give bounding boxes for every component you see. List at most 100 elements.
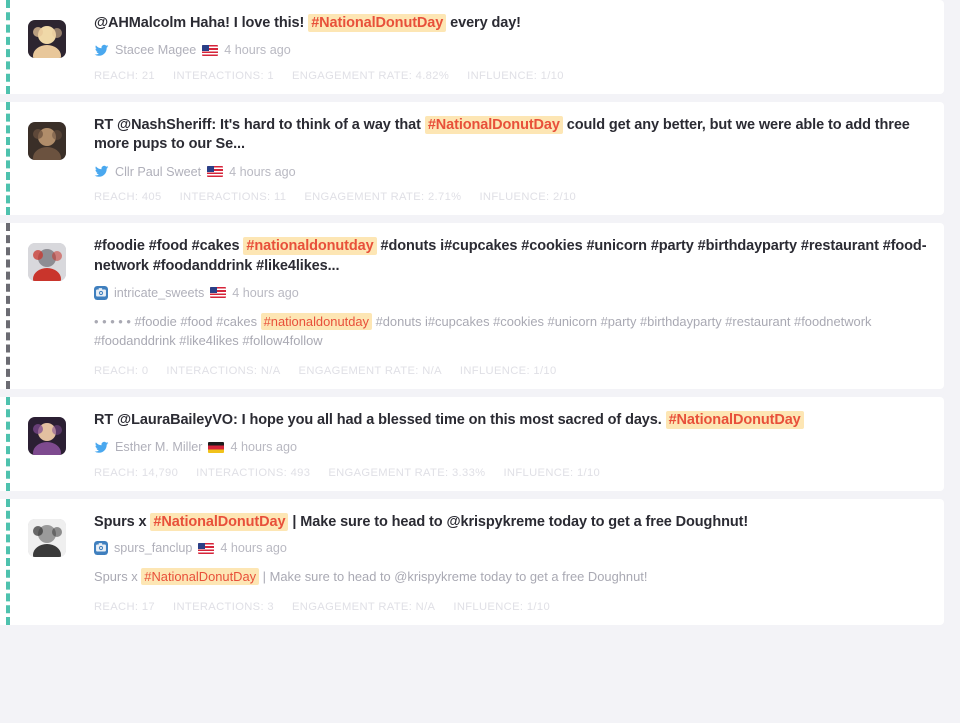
- metric-engagement-label: ENGAGEMENT RATE:: [292, 600, 413, 613]
- flag-united-states-icon: [207, 166, 224, 178]
- metric-influence-value: 1/10: [540, 69, 564, 82]
- flag-united-states-icon: [198, 542, 215, 554]
- twitter-bird-icon: [94, 440, 109, 455]
- metric-engagement-value: N/A: [415, 600, 436, 613]
- metric-influence-label: INFLUENCE:: [467, 69, 538, 82]
- post-metrics: REACH: 0 INTERACTIONS: N/A ENGAGEMENT RATE…: [94, 365, 928, 377]
- flag-germany-icon: [208, 441, 225, 453]
- metric-engagement-value: 4.82%: [415, 69, 450, 82]
- post-text: Spurs x #NationalDonutDay | Make sure to…: [94, 512, 928, 533]
- caption-segment: • • • • • #foodie #food #cakes: [94, 313, 261, 329]
- post-timestamp: 4 hours ago: [224, 43, 291, 58]
- network-stripe: [6, 223, 10, 389]
- post-hashtag[interactable]: #NationalDonutDay: [150, 512, 289, 531]
- network-stripe: [6, 0, 10, 94]
- social-mentions-feed: @AHMalcolm Haha! I love this! #NationalD…: [0, 0, 960, 625]
- post-hashtag[interactable]: #nationaldonutday: [243, 237, 377, 256]
- twitter-bird-icon: [94, 43, 109, 58]
- caption-segment: Spurs x: [94, 569, 142, 585]
- metric-interactions: INTERACTIONS: 1: [173, 70, 274, 82]
- post-text: RT @NashSheriff: It's hard to think of a…: [94, 115, 928, 155]
- metric-engagement-label: ENGAGEMENT RATE:: [292, 69, 413, 82]
- caption-hashtag[interactable]: #NationalDonutDay: [141, 568, 260, 586]
- post-metrics: REACH: 14,790 INTERACTIONS: 493 ENGAGEMENT…: [94, 467, 928, 479]
- metric-engagement-label: ENGAGEMENT RATE:: [328, 466, 449, 479]
- caption-hashtag[interactable]: #nationaldonutday: [260, 312, 372, 330]
- avatar-intricate-sweets[interactable]: [28, 243, 66, 282]
- metric-reach: REACH: 17: [94, 601, 155, 613]
- metric-engagement-value: N/A: [422, 364, 442, 377]
- caption-segment: | Make sure to head to @krispykreme toda…: [259, 569, 648, 585]
- metric-engagement: ENGAGEMENT RATE: N/A: [299, 365, 442, 377]
- metric-influence: INFLUENCE: 1/10: [460, 365, 557, 377]
- post-timestamp: 4 hours ago: [229, 164, 296, 179]
- post-timestamp: 4 hours ago: [232, 285, 299, 300]
- metric-reach-label: REACH:: [94, 466, 139, 479]
- metric-influence-label: INFLUENCE:: [503, 466, 574, 479]
- post-text-segment: @AHMalcolm Haha! I love this!: [94, 15, 309, 31]
- post-caption: Spurs x #NationalDonutDay | Make sure to…: [94, 567, 904, 587]
- metric-engagement-label: ENGAGEMENT RATE:: [298, 364, 419, 377]
- metric-reach-value: 405: [141, 191, 162, 204]
- post-meta: Stacee Magee 4 hours ago: [94, 43, 928, 58]
- post-text-segment: RT @NashSheriff: It's hard to think of a…: [94, 116, 425, 133]
- metric-interactions-value: 493: [290, 466, 311, 479]
- avatar-cllr-paul-sweet[interactable]: [28, 121, 66, 160]
- post-timestamp: 4 hours ago: [230, 440, 297, 455]
- post-card[interactable]: @AHMalcolm Haha! I love this! #NationalD…: [0, 0, 944, 94]
- metric-interactions-value: 11: [273, 191, 287, 204]
- post-author[interactable]: intricate_sweets: [114, 286, 204, 300]
- post-card[interactable]: RT @LauraBaileyVO: I hope you all had a …: [0, 396, 944, 491]
- metric-reach: REACH: 14,790: [94, 467, 178, 479]
- post-author[interactable]: Stacee Magee: [115, 43, 196, 57]
- post-author[interactable]: Cllr Paul Sweet: [115, 165, 201, 179]
- metric-reach: REACH: 0: [94, 365, 148, 377]
- post-card[interactable]: RT @NashSheriff: It's hard to think of a…: [0, 101, 944, 216]
- metric-interactions: INTERACTIONS: 493: [196, 467, 310, 479]
- metric-influence-label: INFLUENCE:: [453, 600, 524, 613]
- metric-reach-label: REACH:: [94, 600, 139, 613]
- metric-influence-value: 1/10: [533, 364, 557, 377]
- post-metrics: REACH: 21 INTERACTIONS: 1 ENGAGEMENT RATE:…: [94, 70, 928, 82]
- avatar-spurs-fanclup[interactable]: [28, 518, 66, 557]
- metric-interactions-value: 1: [267, 69, 274, 82]
- post-card[interactable]: Spurs x #NationalDonutDay | Make sure to…: [0, 498, 944, 625]
- avatar-stacee-magee[interactable]: [28, 20, 66, 58]
- twitter-bird-icon: [94, 164, 109, 179]
- metric-interactions-label: INTERACTIONS:: [196, 466, 288, 479]
- network-stripe: [6, 101, 10, 216]
- network-stripe: [6, 396, 10, 491]
- post-hashtag[interactable]: #NationalDonutDay: [308, 14, 447, 32]
- metric-interactions-label: INTERACTIONS:: [173, 69, 264, 82]
- post-text: @AHMalcolm Haha! I love this! #NationalD…: [94, 14, 928, 34]
- metric-reach-value: 17: [141, 600, 155, 613]
- avatar-esther-m-miller[interactable]: [28, 416, 66, 455]
- post-text: RT @LauraBaileyVO: I hope you all had a …: [94, 410, 928, 431]
- metric-reach-label: REACH:: [94, 364, 139, 377]
- post-card[interactable]: #foodie #food #cakes #nationaldonutday #…: [0, 223, 944, 389]
- post-text-segment: every day!: [446, 15, 521, 31]
- instagram-camera-icon: [94, 541, 108, 556]
- post-metrics: REACH: 405 INTERACTIONS: 11 ENGAGEMENT RAT…: [94, 191, 928, 203]
- metric-influence-value: 1/10: [576, 466, 601, 479]
- flag-united-states-icon: [202, 44, 219, 56]
- metric-engagement: ENGAGEMENT RATE: 2.71%: [304, 191, 461, 203]
- post-text-segment: RT @LauraBaileyVO: I hope you all had a …: [94, 411, 666, 428]
- post-text-segment: #foodie #food #cakes: [94, 238, 244, 255]
- metric-engagement-value: 3.33%: [451, 466, 486, 479]
- metric-engagement: ENGAGEMENT RATE: 4.82%: [292, 70, 449, 82]
- post-author[interactable]: Esther M. Miller: [115, 440, 202, 454]
- post-hashtag[interactable]: #NationalDonutDay: [424, 115, 563, 134]
- metric-influence-value: 2/10: [552, 191, 577, 204]
- metric-engagement: ENGAGEMENT RATE: N/A: [292, 601, 435, 613]
- metric-interactions-value: N/A: [260, 364, 281, 377]
- metric-influence-value: 1/10: [526, 600, 551, 613]
- post-timestamp: 4 hours ago: [220, 541, 287, 556]
- post-hashtag[interactable]: #NationalDonutDay: [665, 410, 804, 429]
- metric-influence-label: INFLUENCE:: [459, 364, 530, 377]
- metric-influence-label: INFLUENCE:: [479, 191, 550, 204]
- metric-interactions: INTERACTIONS: N/A: [166, 365, 280, 377]
- metric-influence: INFLUENCE: 1/10: [453, 601, 550, 613]
- post-author[interactable]: spurs_fanclup: [114, 541, 192, 555]
- metric-engagement: ENGAGEMENT RATE: 3.33%: [328, 467, 485, 479]
